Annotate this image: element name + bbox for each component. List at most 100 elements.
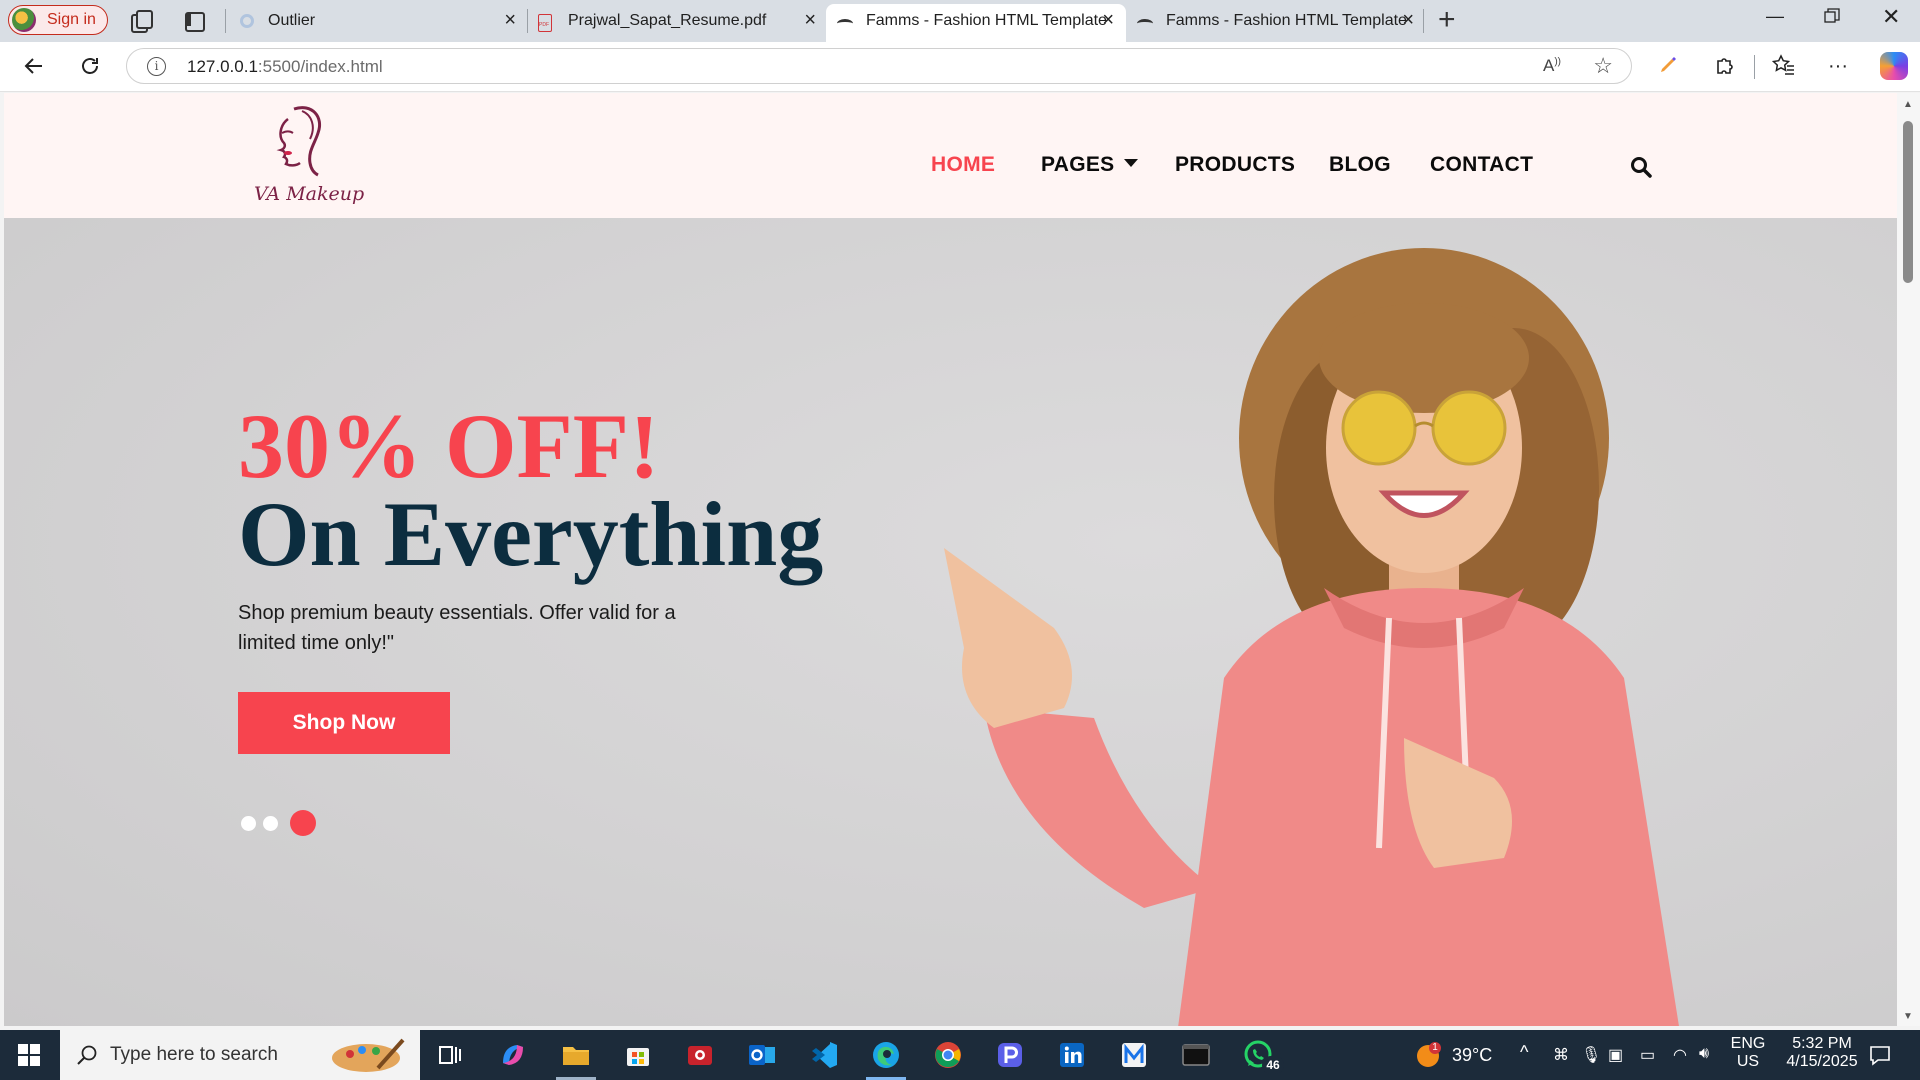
- tray-app-icon[interactable]: ⌘: [1553, 1045, 1569, 1065]
- outlier-icon: [240, 14, 254, 28]
- browser-toolbar: i 127.0.0.1:5500/index.html A)) ☆ ···: [0, 42, 1920, 92]
- scrollbar-thumb[interactable]: [1903, 121, 1913, 283]
- sign-in-label: Sign in: [47, 11, 96, 28]
- close-tab-icon[interactable]: ×: [804, 10, 816, 30]
- tab-famms-active[interactable]: Famms - Fashion HTML Template ×: [826, 4, 1126, 42]
- extensions-puzzle-icon[interactable]: [1714, 54, 1736, 81]
- tab-outlier[interactable]: Outlier ×: [228, 4, 528, 42]
- site-logo[interactable]: VA Makeup: [244, 103, 364, 213]
- whatsapp-badge: 46: [1262, 1056, 1284, 1074]
- battery-icon[interactable]: ▭: [1640, 1045, 1655, 1065]
- screen-recorder-icon[interactable]: [684, 1039, 716, 1071]
- copilot-app-icon[interactable]: [497, 1039, 529, 1071]
- tab-famms[interactable]: Famms - Fashion HTML Template ×: [1126, 4, 1426, 42]
- favorite-star-icon[interactable]: ☆: [1593, 53, 1613, 79]
- nav-home[interactable]: HOME: [931, 153, 995, 177]
- camera-icon[interactable]: ▣: [1608, 1045, 1623, 1065]
- browser-tab-strip: Sign in Outlier × Prajwal_Sapat_Resume.p…: [0, 0, 1920, 42]
- search-icon: [76, 1044, 98, 1066]
- windows-taskbar: Type here to search 46 1 39°C ^ ⌘ 🎙︎ ▣ ▭…: [0, 1030, 1920, 1080]
- nav-pages-label: PAGES: [1041, 153, 1115, 176]
- new-tab-icon[interactable]: +: [1438, 4, 1456, 36]
- m-app-icon[interactable]: [1118, 1039, 1150, 1071]
- linkedin-icon[interactable]: [1056, 1039, 1088, 1071]
- nav-pages[interactable]: PAGES: [1041, 153, 1139, 177]
- terminal-icon[interactable]: [1180, 1039, 1212, 1071]
- slide-dot-3-active[interactable]: [290, 810, 316, 836]
- url-text: 127.0.0.1:5500/index.html: [187, 57, 383, 76]
- site-info-icon[interactable]: i: [147, 57, 166, 76]
- site-header: VA Makeup HOME PAGES PRODUCTS BLOG CONTA…: [4, 93, 1897, 218]
- tab-divider: [1423, 9, 1424, 33]
- weather-temperature[interactable]: 39°C: [1452, 1045, 1492, 1066]
- page-scrollbar[interactable]: ▲ ▼: [1897, 93, 1920, 1026]
- chevron-up-icon[interactable]: ^: [1520, 1042, 1528, 1063]
- close-tab-icon[interactable]: ×: [1102, 10, 1114, 30]
- volume-icon[interactable]: 🔊︎: [1699, 1045, 1709, 1063]
- shop-now-button[interactable]: Shop Now: [238, 692, 450, 754]
- region-code: US: [1736, 1053, 1760, 1070]
- more-options-icon[interactable]: ···: [1828, 54, 1848, 78]
- tab-actions-icon[interactable]: [182, 9, 206, 33]
- taskbar-search-box[interactable]: Type here to search: [60, 1030, 420, 1080]
- hero-model-image: [944, 248, 1679, 1026]
- edge-browser-icon[interactable]: [856, 1030, 916, 1080]
- favorites-collection-icon[interactable]: [1771, 54, 1796, 81]
- profile-avatar: [12, 8, 36, 32]
- nav-contact[interactable]: CONTACT: [1430, 153, 1533, 177]
- search-placeholder: Type here to search: [110, 1044, 278, 1065]
- workspaces-icon[interactable]: [129, 9, 153, 33]
- close-window-icon[interactable]: ✕: [1882, 4, 1900, 30]
- face-silhouette-icon: [276, 106, 321, 177]
- copilot-icon[interactable]: [1880, 52, 1908, 80]
- refresh-icon[interactable]: [78, 54, 102, 83]
- toolbar-divider: [1754, 55, 1755, 79]
- clock[interactable]: 5:32 PM 4/15/2025: [1776, 1035, 1868, 1071]
- windows-start-icon[interactable]: [18, 1044, 40, 1066]
- logo-text: VA Makeup: [254, 183, 365, 205]
- tab-title: Prajwal_Sapat_Resume.pdf: [568, 12, 767, 29]
- nav-blog[interactable]: BLOG: [1329, 153, 1391, 177]
- weather-alert-count: 1: [1432, 1042, 1438, 1053]
- clock-time: 5:32 PM: [1792, 1035, 1852, 1052]
- vscode-icon[interactable]: [808, 1039, 840, 1071]
- clock-date: 4/15/2025: [1786, 1053, 1858, 1070]
- close-tab-icon[interactable]: ×: [504, 10, 516, 30]
- language-indicator[interactable]: ENG US: [1730, 1035, 1766, 1071]
- task-view-icon[interactable]: [434, 1039, 466, 1071]
- search-icon[interactable]: [1630, 156, 1652, 178]
- hero-subheadline: On Everything: [238, 483, 824, 585]
- slide-dot-2[interactable]: [263, 816, 278, 831]
- tab-resume-pdf[interactable]: Prajwal_Sapat_Resume.pdf ×: [528, 4, 828, 42]
- hero-slider: 30% OFF! On Everything Shop premium beau…: [4, 218, 1897, 1026]
- tab-title: Famms - Fashion HTML Template: [1166, 12, 1407, 29]
- back-arrow-icon[interactable]: [22, 54, 46, 83]
- minimize-icon[interactable]: —: [1766, 6, 1784, 27]
- slide-dot-1[interactable]: [241, 816, 256, 831]
- tab-divider: [225, 9, 226, 33]
- caret-down-icon: [1124, 159, 1139, 167]
- paint-palette-icon: [328, 1038, 406, 1074]
- scroll-up-arrow-icon[interactable]: ▲: [1903, 99, 1913, 110]
- file-explorer-icon[interactable]: [560, 1039, 592, 1071]
- read-aloud-icon[interactable]: A)): [1543, 56, 1561, 76]
- outlook-icon[interactable]: [746, 1039, 778, 1071]
- pdf-icon: [538, 14, 552, 32]
- restore-icon[interactable]: [1824, 8, 1840, 29]
- famms-icon: [836, 14, 854, 30]
- notifications-icon[interactable]: [1868, 1043, 1892, 1072]
- microphone-icon[interactable]: 🎙︎: [1581, 1045, 1601, 1065]
- microsoft-store-icon[interactable]: [622, 1039, 654, 1071]
- chrome-icon[interactable]: [932, 1039, 964, 1071]
- profile-sign-in-button[interactable]: Sign in: [8, 5, 108, 35]
- web-page: VA Makeup HOME PAGES PRODUCTS BLOG CONTA…: [4, 93, 1897, 1026]
- p-app-icon[interactable]: [994, 1039, 1026, 1071]
- nav-products[interactable]: PRODUCTS: [1175, 153, 1295, 177]
- address-bar[interactable]: i 127.0.0.1:5500/index.html A)) ☆: [126, 48, 1632, 84]
- language-code: ENG: [1730, 1035, 1766, 1052]
- close-tab-icon[interactable]: ×: [1402, 10, 1414, 30]
- scroll-down-arrow-icon[interactable]: ▼: [1903, 1011, 1913, 1022]
- wifi-icon[interactable]: ◠: [1673, 1045, 1687, 1065]
- tab-title: Famms - Fashion HTML Template: [866, 12, 1107, 29]
- pen-extension-icon[interactable]: [1657, 54, 1679, 81]
